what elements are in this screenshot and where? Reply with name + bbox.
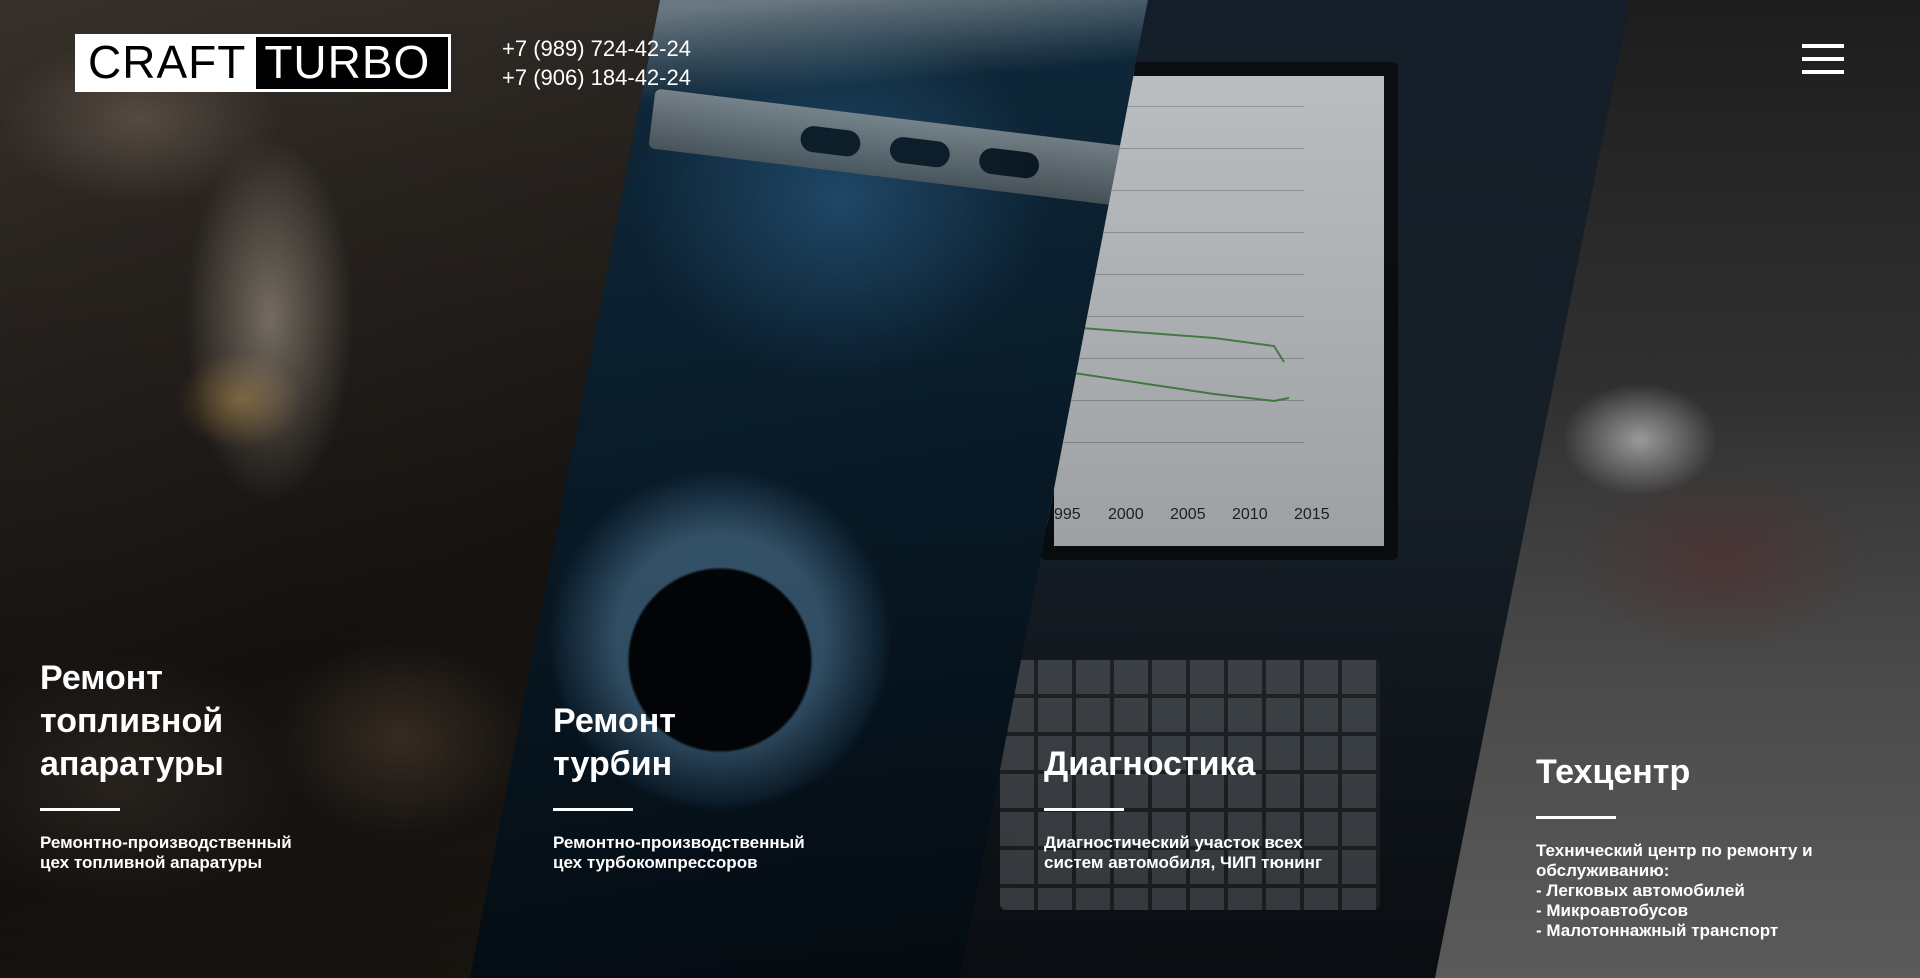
logo[interactable]: CRAFT TURBO [75, 34, 451, 92]
service-title: Ремонт топливной апаратуры [40, 659, 224, 783]
divider [1536, 816, 1616, 819]
service-title: Техцентр [1536, 753, 1691, 791]
service-description: Ремонтно-производственный цех топливной … [40, 833, 292, 872]
service-description: Диагностический участок всех систем авто… [1044, 833, 1323, 872]
service-tech-center[interactable]: Техцентр Технический центр по ремонту и … [1536, 751, 1813, 941]
service-title: Диагностика [1044, 745, 1256, 783]
logo-part2: TURBO [264, 36, 431, 88]
divider [1044, 808, 1124, 811]
divider [40, 808, 120, 811]
phone-link[interactable]: +7 (989) 724-42-24 [502, 34, 691, 63]
service-title: Ремонт турбин [553, 702, 676, 783]
phone-link[interactable]: +7 (906) 184-42-24 [502, 63, 691, 92]
logo-part1: CRAFT [78, 37, 257, 89]
service-turbine-repair[interactable]: Ремонт турбин Ремонтно-производственный … [553, 700, 805, 873]
service-diagnostics[interactable]: Диагностика Диагностический участок всех… [1044, 743, 1322, 873]
service-fuel-equipment[interactable]: Ремонт топливной апаратуры Ремонтно-прои… [40, 657, 292, 873]
service-description: Технический центр по ремонту и обслужива… [1536, 841, 1813, 940]
hamburger-menu-icon[interactable] [1802, 44, 1844, 78]
phone-numbers: +7 (989) 724-42-24 +7 (906) 184-42-24 [502, 34, 691, 92]
service-description: Ремонтно-производственный цех турбокомпр… [553, 833, 805, 872]
divider [553, 808, 633, 811]
